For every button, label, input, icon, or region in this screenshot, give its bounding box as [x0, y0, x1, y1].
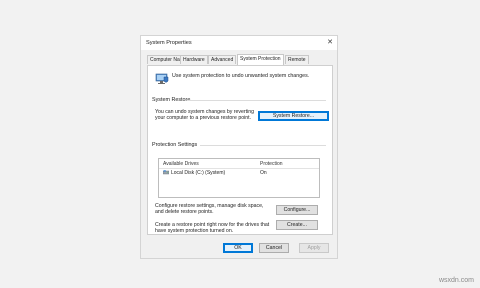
protection-settings-heading: Protection Settings — [152, 142, 198, 148]
system-restore-button[interactable]: System Restore... — [258, 111, 329, 121]
drive-icon — [163, 170, 169, 175]
tab-system-protection[interactable]: System Protection — [237, 54, 284, 65]
system-restore-description: You can undo system changes by reverting… — [155, 109, 254, 122]
drive-name: Local Disk (C:) (System) — [171, 170, 226, 176]
create-description: Create a restore point right now for the… — [155, 222, 269, 235]
tab-remote[interactable]: Remote — [285, 55, 309, 64]
configure-button[interactable]: Configure... — [276, 205, 318, 215]
system-protection-icon — [155, 73, 169, 84]
listbox-header: Available Drives Protection — [159, 159, 319, 169]
system-properties-dialog: System Properties ✕ Computer Name Hardwa… — [140, 35, 338, 259]
intro-text: Use system protection to undo unwanted s… — [172, 73, 310, 79]
apply-button[interactable]: Apply — [299, 243, 329, 253]
system-restore-desc-line2: your computer to a previous restore poin… — [155, 115, 252, 122]
drive-row[interactable]: Local Disk (C:) (System) On — [159, 169, 319, 177]
cancel-button[interactable]: Cancel — [259, 243, 289, 253]
watermark: wsxdn.com — [438, 277, 474, 284]
ok-button[interactable]: OK — [223, 243, 253, 253]
title-bar: System Properties ✕ — [141, 36, 337, 50]
divider — [200, 145, 326, 146]
create-desc-line2: have system protection turned on. — [155, 228, 234, 235]
close-icon[interactable]: ✕ — [327, 38, 333, 48]
drives-listbox[interactable]: Available Drives Protection Local Disk (… — [158, 158, 320, 198]
configure-description: Configure restore settings, manage disk … — [155, 203, 263, 216]
create-button[interactable]: Create... — [276, 220, 318, 230]
column-protection[interactable]: Protection — [260, 161, 283, 167]
window-title: System Properties — [146, 40, 192, 46]
system-restore-heading: System Restore — [152, 97, 191, 103]
column-available-drives[interactable]: Available Drives — [163, 161, 199, 167]
tab-hardware[interactable]: Hardware — [180, 55, 208, 64]
divider — [188, 100, 326, 101]
drive-protection-status: On — [260, 170, 267, 176]
system-protection-panel: Use system protection to undo unwanted s… — [147, 65, 333, 235]
tab-advanced[interactable]: Advanced — [208, 55, 237, 64]
configure-desc-line2: and delete restore points. — [155, 209, 214, 216]
